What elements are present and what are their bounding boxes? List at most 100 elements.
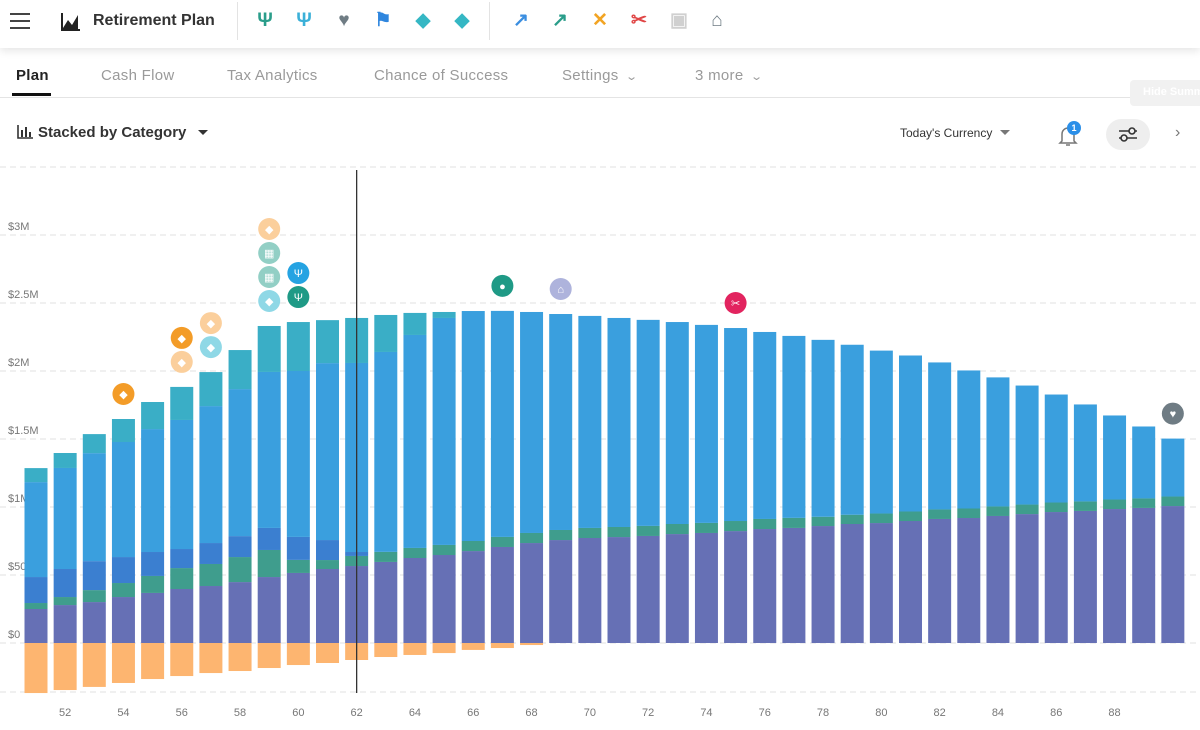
x-tick-label: 86 xyxy=(1050,707,1062,719)
bar-segment xyxy=(432,317,456,545)
graduation-cap-icon[interactable]: ◆ xyxy=(170,326,193,349)
graduation-cap-icon[interactable]: ◆ xyxy=(258,217,281,240)
bar-segment xyxy=(53,453,77,468)
bank-transfer-icon[interactable]: ⌂ xyxy=(706,10,728,32)
bar-segment xyxy=(520,643,544,646)
chart-view-select[interactable]: Stacked by Category xyxy=(17,124,209,141)
tab-bar: Plan Cash Flow Tax Analytics Chance of S… xyxy=(0,48,1200,98)
graduation-cap-icon[interactable]: ◆ xyxy=(258,289,281,312)
bar-segment xyxy=(694,522,718,533)
tab-tax-analytics[interactable]: Tax Analytics xyxy=(227,67,318,84)
scissors-icon[interactable]: ✂ xyxy=(724,292,747,315)
bar-segment xyxy=(957,370,981,509)
bar-segment xyxy=(782,517,806,528)
bar-segment xyxy=(316,320,339,364)
bar-segment xyxy=(170,549,194,569)
bar-segment xyxy=(899,355,922,512)
bar-segment xyxy=(490,536,514,547)
palm-tree-icon[interactable]: Ψ xyxy=(287,286,310,309)
svg-text:▦: ▦ xyxy=(264,248,274,260)
bar-segment xyxy=(1015,514,1039,643)
bar-segment xyxy=(257,371,281,528)
svg-text:✂: ✂ xyxy=(731,298,740,310)
tab-cash-flow[interactable]: Cash Flow xyxy=(101,67,175,84)
x-tick-label: 62 xyxy=(351,707,363,719)
hide-summary-button[interactable]: Hide Summary xyxy=(1130,80,1200,106)
bar-segment xyxy=(199,563,223,587)
bar-segment xyxy=(374,351,398,552)
heart-pulse-icon[interactable]: ♥ xyxy=(1161,402,1184,425)
tab-plan[interactable]: Plan xyxy=(16,67,49,84)
bar-segment xyxy=(607,537,631,643)
svg-text:◆: ◆ xyxy=(119,389,128,401)
palm-tree-icon[interactable]: Ψ xyxy=(293,10,315,32)
flag-icon[interactable]: ⚑ xyxy=(372,10,394,32)
tab-settings[interactable]: Settings ⌄ xyxy=(562,67,638,84)
bar-segment xyxy=(490,546,514,643)
bar-segment xyxy=(957,518,981,643)
bar-segment xyxy=(199,586,223,643)
piggy-bank-icon[interactable]: ● xyxy=(491,274,514,297)
bar-chart-icon xyxy=(17,125,33,139)
bar-segment xyxy=(461,643,485,650)
bar-segment xyxy=(607,526,631,538)
bar-segment xyxy=(520,311,544,533)
bar-segment xyxy=(840,514,864,524)
house-icon[interactable]: ⌂ xyxy=(549,278,572,301)
heart-pulse-icon[interactable]: ♥ xyxy=(333,10,355,32)
menu-icon[interactable] xyxy=(10,13,30,29)
bar-segment xyxy=(257,549,281,578)
building-icon[interactable]: ▦ xyxy=(258,265,281,288)
building-icon[interactable]: ▦ xyxy=(258,241,281,264)
graduation-cap-icon[interactable]: ◆ xyxy=(170,350,193,373)
bar-segment xyxy=(636,535,660,643)
bar-segment xyxy=(840,524,864,643)
graduation-cap-icon[interactable]: ◆ xyxy=(199,312,222,335)
currency-select[interactable]: Today's Currency xyxy=(900,126,1011,140)
svg-text:◆: ◆ xyxy=(265,224,274,236)
bar-segment xyxy=(1044,394,1068,503)
palm-tree-icon[interactable]: Ψ xyxy=(254,10,276,32)
bar-segment xyxy=(316,569,339,643)
y-tick-label: $0 xyxy=(8,629,20,641)
bar-segment xyxy=(1132,498,1156,508)
palm-tree-icon[interactable]: Ψ xyxy=(287,262,310,285)
bar-segment xyxy=(228,389,252,537)
graduation-cap-icon[interactable]: ◆ xyxy=(112,383,135,406)
graduation-cap-icon[interactable]: ◆ xyxy=(199,336,222,359)
bar-segment xyxy=(549,529,573,541)
bar-segment xyxy=(111,419,135,442)
bar-segment xyxy=(199,643,223,674)
bar-segment xyxy=(665,534,689,643)
scissors-icon[interactable]: ✂ xyxy=(628,10,650,32)
bar-segment xyxy=(928,362,952,510)
bar-segment xyxy=(53,569,77,598)
bar-segment xyxy=(461,311,485,541)
bar-segment xyxy=(141,643,165,680)
certificate-icon[interactable]: ▣ xyxy=(668,10,690,32)
money-cancel-icon[interactable]: ✕ xyxy=(589,10,611,32)
tab-more[interactable]: 3 more ⌄ xyxy=(695,67,763,84)
bar-segment xyxy=(170,568,194,590)
svg-text:◆: ◆ xyxy=(178,357,187,369)
active-tab-indicator xyxy=(12,93,51,96)
bar-segment xyxy=(316,540,339,561)
divider xyxy=(489,2,490,40)
chevron-right-icon[interactable]: › xyxy=(1175,124,1180,142)
svg-text:◆: ◆ xyxy=(207,342,216,354)
x-tick-label: 54 xyxy=(117,707,129,719)
chart-growth-icon[interactable]: ↗ xyxy=(510,10,532,32)
tab-chance-of-success[interactable]: Chance of Success xyxy=(374,67,508,84)
bar-segment xyxy=(724,328,748,522)
x-tick-label: 74 xyxy=(700,707,712,719)
bar-segment xyxy=(1132,507,1156,643)
bar-segment xyxy=(490,643,514,649)
graduation-cap-icon[interactable]: ◆ xyxy=(451,10,473,32)
chart-growth-icon[interactable]: ↗ xyxy=(549,10,571,32)
bar-segment xyxy=(257,527,281,550)
chart-settings-button[interactable] xyxy=(1106,119,1150,150)
graduation-cap-icon[interactable]: ◆ xyxy=(412,10,434,32)
bar-segment xyxy=(753,529,777,643)
chevron-down-icon: ⌄ xyxy=(749,71,763,83)
bar-segment xyxy=(170,589,194,643)
